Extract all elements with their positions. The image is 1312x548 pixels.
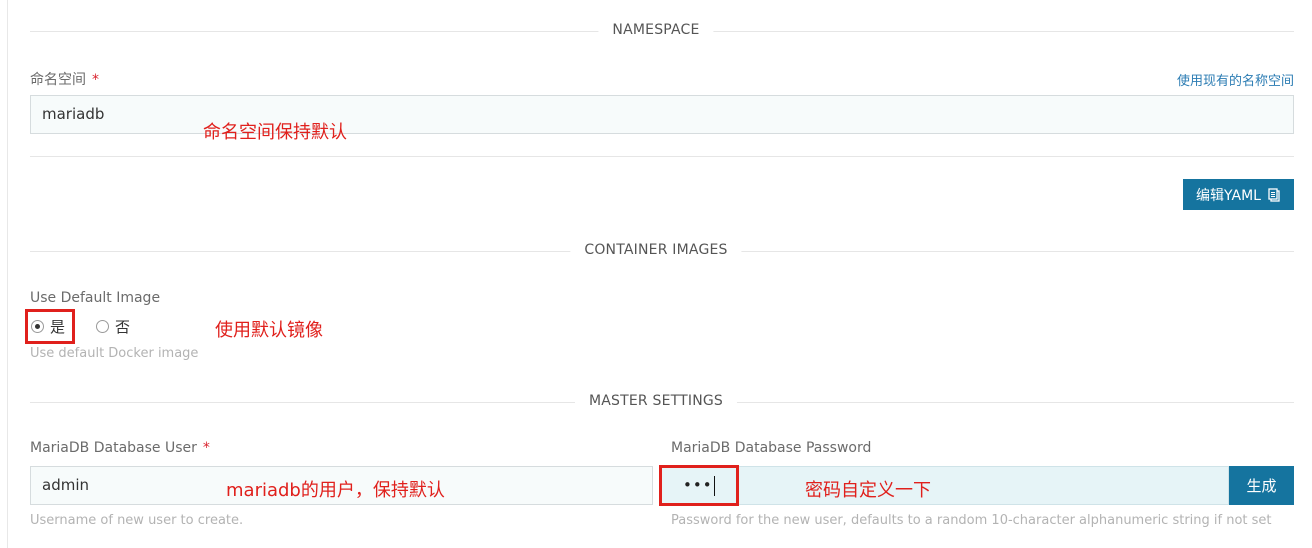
db-password-help: Password for the new user, defaults to a… bbox=[671, 513, 1272, 528]
db-password-input[interactable]: ••• bbox=[661, 466, 1229, 505]
highlight-box-password bbox=[659, 465, 739, 506]
db-user-label: MariaDB Database User * bbox=[30, 440, 210, 456]
db-user-input-value: admin bbox=[42, 476, 89, 494]
radio-no-circle[interactable] bbox=[96, 320, 109, 333]
namespace-input-value: mariadb bbox=[42, 105, 105, 123]
namespace-label: 命名空间 * bbox=[30, 69, 99, 89]
annotation-default-image: 使用默认镜像 bbox=[215, 320, 323, 341]
required-asterisk: * bbox=[92, 72, 99, 88]
default-image-label: Use Default Image bbox=[30, 290, 161, 306]
annotation-namespace: 命名空间保持默认 bbox=[203, 122, 347, 143]
highlight-box-radio-yes bbox=[25, 309, 75, 344]
section-title-master-settings: MASTER SETTINGS bbox=[574, 393, 738, 409]
edit-yaml-label: 编辑YAML bbox=[1196, 187, 1261, 204]
namespace-bottom-divider bbox=[30, 156, 1294, 157]
db-password-label: MariaDB Database Password bbox=[671, 440, 872, 456]
use-existing-namespace-link[interactable]: 使用现有的名称空间 bbox=[1177, 70, 1294, 89]
radio-option-no[interactable]: 否 bbox=[96, 316, 130, 337]
section-title-container-images: CONTAINER IMAGES bbox=[570, 242, 742, 258]
generate-password-button[interactable]: 生成 bbox=[1229, 466, 1294, 505]
db-user-help: Username of new user to create. bbox=[30, 513, 244, 528]
required-asterisk: * bbox=[202, 440, 210, 456]
edit-yaml-button[interactable]: 编辑YAML bbox=[1183, 179, 1294, 210]
namespace-label-text: 命名空间 bbox=[30, 72, 86, 88]
clipboard-icon bbox=[1268, 187, 1281, 202]
annotation-db-password: 密码自定义一下 bbox=[805, 480, 931, 501]
page-left-border bbox=[7, 0, 8, 548]
section-title-namespace: NAMESPACE bbox=[598, 22, 714, 38]
db-user-label-text: MariaDB Database User bbox=[30, 440, 197, 456]
annotation-db-user: mariadb的用户，保持默认 bbox=[226, 480, 445, 501]
radio-no-label: 否 bbox=[115, 318, 131, 336]
default-image-help: Use default Docker image bbox=[30, 346, 199, 361]
